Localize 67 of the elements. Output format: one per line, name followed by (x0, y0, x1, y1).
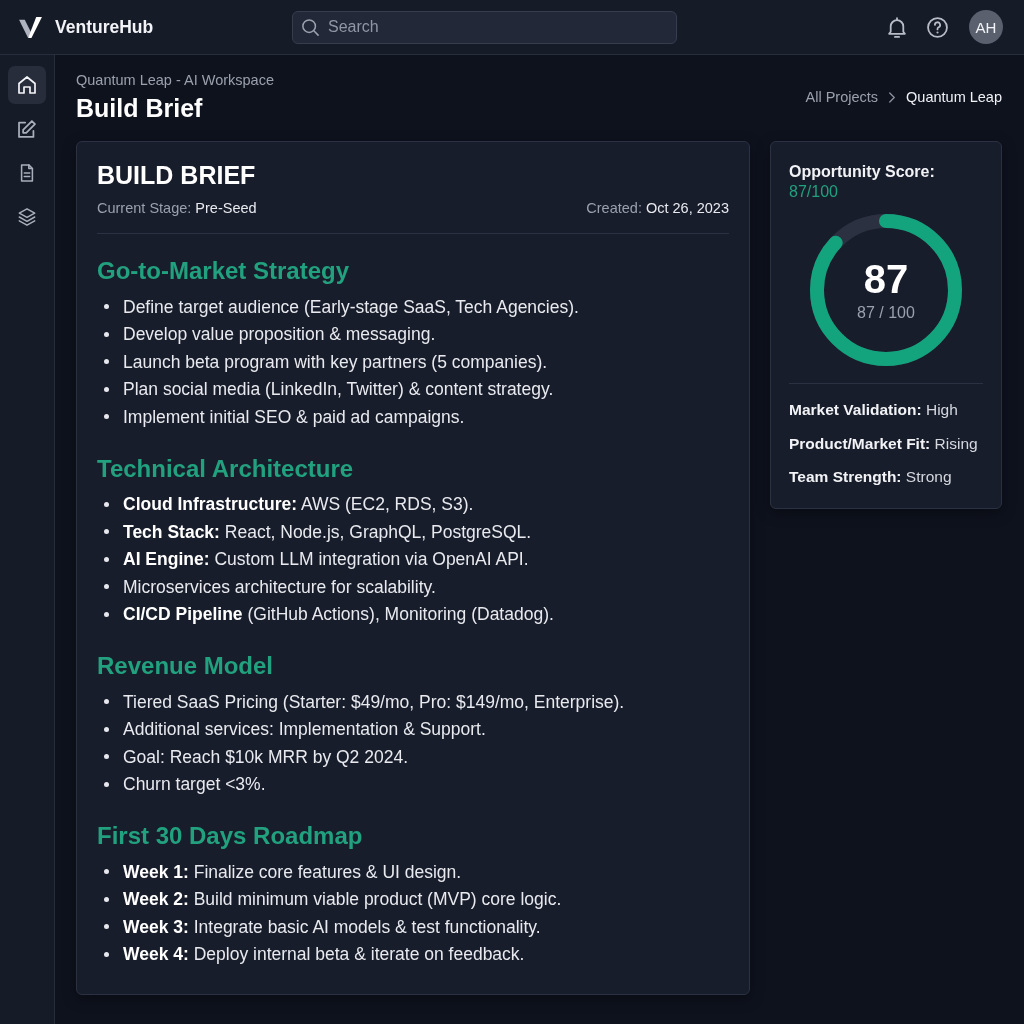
bullet-text: Plan social media (LinkedIn, Twitter) & content strategy. (123, 378, 554, 401)
user-avatar[interactable]: AH (969, 10, 1003, 44)
search-field[interactable]: Search (292, 10, 677, 44)
bullet-icon (104, 556, 109, 562)
bullet-text: Define target audience (Early-stage SaaS, Tech Agencies). (123, 295, 579, 318)
edit-icon (18, 120, 36, 138)
bullet-text: Tech Stack: React, Node.js, GraphQL, PostgreSQL. (123, 520, 532, 543)
bullet-icon (104, 924, 109, 930)
layers-icon (18, 208, 36, 226)
breadcrumb-link[interactable]: All Projects (805, 89, 879, 105)
score-label: Opportunity Score: (789, 162, 936, 182)
search-icon (302, 18, 319, 36)
bullet-text: Develop value proposition & messaging. (123, 323, 436, 346)
bullet-icon (104, 584, 109, 590)
score-number: 87 (863, 257, 909, 301)
bullet-text: Week 3: Integrate basic AI models & test functionality. (123, 915, 541, 938)
bullet-text: Implement initial SEO & paid ad campaigns. (123, 405, 465, 428)
bell-icon[interactable] (888, 16, 906, 38)
bullet-icon (104, 304, 109, 310)
bullet-icon (104, 951, 109, 957)
bullet-icon (104, 529, 109, 535)
metric-text: Team Strength: Strong (789, 467, 953, 487)
help-icon[interactable] (927, 16, 948, 38)
bullet-text: Cloud Infrastructure: AWS (EC2, RDS, S3). (123, 493, 474, 516)
metric-text: Product/Market Fit: Rising (789, 433, 979, 454)
bullet-text: AI Engine: Custom LLM integration via OpenAI API. (123, 548, 529, 571)
bullet-icon (104, 869, 109, 875)
bullet-text: Week 1: Finalize core features & UI design. (123, 860, 462, 883)
bullet-icon (104, 754, 109, 760)
breadcrumb-link[interactable]: Quantum Leap (906, 89, 1002, 105)
metric-text: Market Validation: High (789, 400, 959, 420)
bullet-text: Week 4: Deploy internal beta & iterate on feedback. (123, 943, 525, 966)
bullet-text: CI/CD Pipeline (GitHub Actions), Monitoring (Datadog). (123, 603, 554, 626)
section-heading: First 30 Days Roadmap (97, 821, 364, 851)
bullet-text: Tiered SaaS Pricing (Starter: $49/mo, Pro: $149/mo, Enterprise). (123, 690, 625, 713)
bullet-icon (104, 386, 109, 392)
bullet-icon (104, 359, 109, 365)
page-subtitle: Quantum Leap - AI Workspace (76, 71, 274, 89)
chevron-right-icon (889, 91, 896, 103)
stage-text: Current Stage: Pre-Seed (97, 199, 257, 218)
bullet-icon (104, 781, 109, 787)
score-value: 87/100 (789, 182, 839, 201)
bullet-text: Week 2: Build minimum viable product (MVP) core logic. (123, 888, 562, 911)
document-icon (18, 164, 36, 182)
logo-icon (19, 16, 42, 38)
bullet-icon (104, 611, 109, 617)
section-heading: Technical Architecture (97, 453, 355, 484)
created-date: Created: Oct 26, 2023 (586, 199, 729, 218)
bullet-icon (104, 331, 109, 337)
brief-title: BUILD BRIEF (97, 160, 257, 190)
sidebar-item[interactable] (8, 66, 46, 104)
bullet-icon (104, 699, 109, 705)
bullet-text: Microservices architecture for scalability. (123, 575, 436, 598)
bullet-icon (104, 414, 109, 420)
app-name: VentureHub (55, 16, 154, 38)
bullet-icon (104, 726, 109, 732)
score-caption: 87 / 100 (857, 303, 915, 323)
bullet-icon (104, 896, 109, 902)
home-icon (18, 76, 36, 94)
bullet-icon (104, 501, 109, 507)
bullet-text: Goal: Reach $10k MRR by Q2 2024. (123, 745, 408, 768)
bullet-text: Launch beta program with key partners (5 companies). (123, 350, 548, 373)
bullet-text: Churn target <3%. (123, 773, 266, 796)
section-heading: Go-to-Market Strategy (97, 256, 351, 286)
section-heading: Revenue Model (97, 651, 275, 681)
page-title: Build Brief (76, 93, 203, 123)
bullet-text: Additional services: Implementation & Support. (123, 718, 486, 741)
